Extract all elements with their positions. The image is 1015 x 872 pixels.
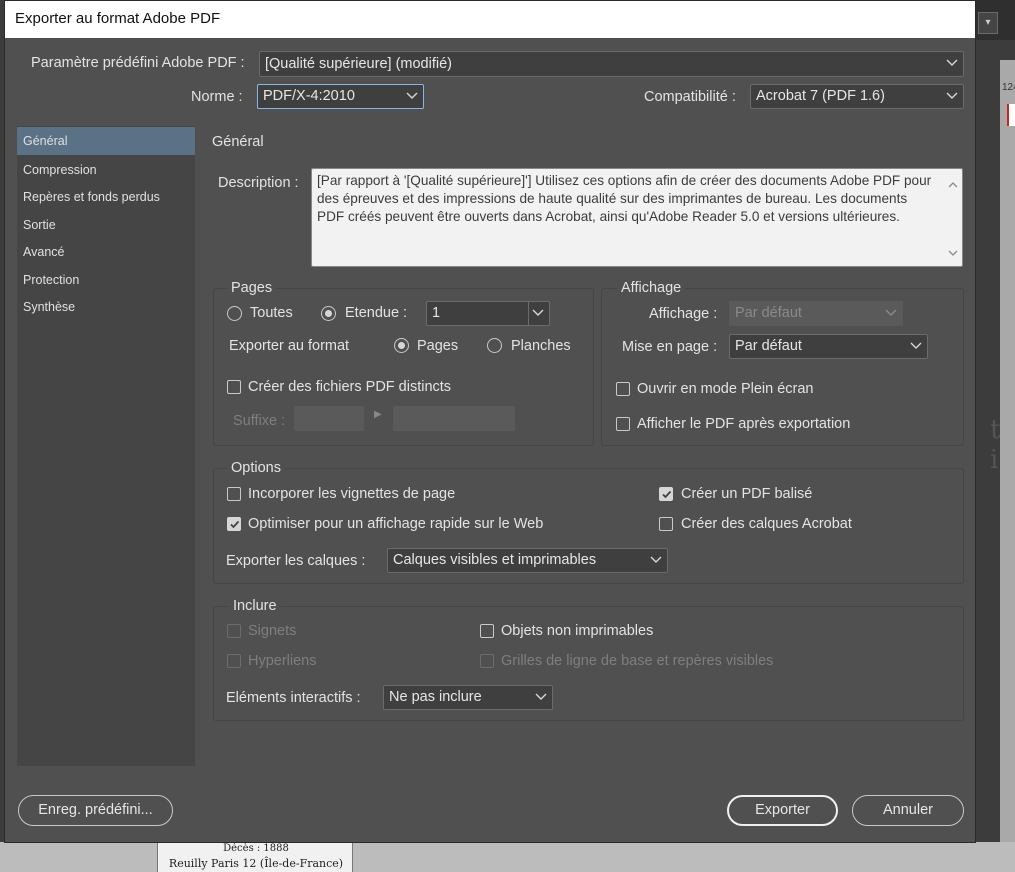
view-panel-title: Affichage xyxy=(617,280,686,296)
preset-value: [Qualité supérieure] (modifié) xyxy=(265,56,452,72)
grids-checkbox[interactable] xyxy=(480,654,494,668)
title-bar: Exporter au format Adobe PDF xyxy=(5,1,975,38)
fullscreen-label: Ouvrir en mode Plein écran xyxy=(637,381,814,397)
scroll-up-icon[interactable] xyxy=(948,175,958,191)
grids-label: Grilles de ligne de base et repères visi… xyxy=(501,653,774,669)
background-ruler-number: 1240 xyxy=(1002,82,1015,93)
description-textarea[interactable]: [Par rapport à '[Qualité supérieure]'] U… xyxy=(311,168,963,267)
sidebar-item-general[interactable]: Général xyxy=(17,127,195,155)
background-caption-line: Décès : 1888 xyxy=(223,843,289,854)
thumbnails-checkbox[interactable] xyxy=(227,487,241,501)
scroll-down-icon[interactable] xyxy=(948,244,958,260)
section-title: Général xyxy=(212,134,264,150)
chevron-down-icon xyxy=(946,52,958,74)
suffix-token-input[interactable] xyxy=(393,406,515,431)
range-value: 1 xyxy=(432,305,441,321)
background-caption-line: Reuilly Paris 12 (Île-de-France) xyxy=(168,857,344,870)
export-button[interactable]: Exporter xyxy=(727,795,838,826)
sidebar-item-advanced[interactable]: Avancé xyxy=(17,238,195,266)
compat-label: Compatibilité : xyxy=(644,89,736,105)
hyperlinks-label: Hyperliens xyxy=(248,653,317,669)
acrobat-layers-checkbox[interactable] xyxy=(659,517,673,531)
pages-radio[interactable] xyxy=(394,338,409,353)
options-panel-title: Options xyxy=(227,460,285,476)
compat-dropdown[interactable]: Acrobat 7 (PDF 1.6) xyxy=(750,84,964,109)
pages-radio-label: Pages xyxy=(417,338,459,354)
export-layers-dropdown[interactable]: Calques visibles et imprimables xyxy=(387,548,668,573)
suffix-label: Suffixe : xyxy=(233,413,286,429)
chevron-down-icon[interactable] xyxy=(532,302,544,324)
category-sidebar: Général Compression Repères et fonds per… xyxy=(17,126,195,766)
sidebar-item-security[interactable]: Protection xyxy=(17,266,195,294)
bookmarks-label: Signets xyxy=(248,623,297,639)
all-pages-label: Toutes xyxy=(250,305,293,321)
bookmarks-checkbox[interactable] xyxy=(227,624,241,638)
hyperlinks-checkbox[interactable] xyxy=(227,654,241,668)
range-input[interactable]: 1 xyxy=(426,301,550,326)
chevron-down-icon xyxy=(535,686,547,708)
spreads-radio[interactable] xyxy=(487,338,502,353)
layout-value: Par défaut xyxy=(735,338,802,354)
chevron-down-icon xyxy=(885,302,897,324)
include-panel-title: Inclure xyxy=(229,598,281,614)
interactive-value: Ne pas inclure xyxy=(389,689,482,705)
tagged-pdf-label: Créer un PDF balisé xyxy=(681,486,813,502)
nonprinting-checkbox[interactable] xyxy=(480,624,494,638)
view-label: Affichage : xyxy=(649,306,718,322)
description-text: [Par rapport à '[Qualité supérieure]'] U… xyxy=(317,173,932,224)
separate-files-checkbox[interactable] xyxy=(227,380,241,394)
export-as-label: Exporter au format xyxy=(229,338,350,354)
export-pdf-dialog: Exporter au format Adobe PDF Paramètre p… xyxy=(4,0,976,843)
thumbnails-label: Incorporer les vignettes de page xyxy=(248,486,456,502)
sidebar-item-summary[interactable]: Synthèse xyxy=(17,293,195,321)
chevron-down-icon xyxy=(910,335,922,357)
chevron-down-icon xyxy=(946,85,958,107)
view-after-label: Afficher le PDF après exportation xyxy=(637,416,851,432)
view-value: Par défaut xyxy=(735,305,802,321)
nonprinting-label: Objets non imprimables xyxy=(501,623,654,639)
suffix-input[interactable] xyxy=(294,406,364,431)
sidebar-item-marks-bleeds[interactable]: Repères et fonds perdus xyxy=(17,183,195,211)
pages-panel-title: Pages xyxy=(227,280,277,296)
export-layers-label: Exporter les calques : xyxy=(226,553,366,569)
interactive-label: Eléments interactifs : xyxy=(226,690,361,706)
separate-files-label: Créer des fichiers PDF distincts xyxy=(248,379,452,395)
interactive-dropdown[interactable]: Ne pas inclure xyxy=(383,685,553,710)
dialog-title: Exporter au format Adobe PDF xyxy=(15,10,221,27)
preset-label: Paramètre prédéfini Adobe PDF : xyxy=(31,55,245,71)
divider xyxy=(528,302,529,325)
range-radio[interactable] xyxy=(321,306,336,321)
background-page-bottom xyxy=(0,842,1015,872)
sidebar-item-output[interactable]: Sortie xyxy=(17,211,195,239)
chevron-down-icon xyxy=(650,549,662,571)
background-dropdown-icon: ▾ xyxy=(978,12,998,34)
spreads-radio-label: Planches xyxy=(511,338,571,354)
background-page-text: t i xyxy=(990,415,1001,475)
export-layers-value: Calques visibles et imprimables xyxy=(393,552,597,568)
view-dropdown[interactable]: Par défaut xyxy=(729,301,903,326)
description-label: Description : xyxy=(218,175,299,191)
range-label: Etendue : xyxy=(345,305,408,321)
tagged-pdf-checkbox[interactable] xyxy=(659,487,673,501)
norme-dropdown[interactable]: PDF/X-4:2010 xyxy=(257,84,424,109)
insert-arrow-icon[interactable]: ▶ xyxy=(374,409,382,420)
cancel-button[interactable]: Annuler xyxy=(852,795,964,826)
layout-dropdown[interactable]: Par défaut xyxy=(729,334,928,359)
fastweb-label: Optimiser pour un affichage rapide sur l… xyxy=(248,516,544,532)
sidebar-item-compression[interactable]: Compression xyxy=(17,156,195,184)
background-caption: Décès : 1888 Reuilly Paris 12 (Île-de-Fr… xyxy=(157,842,353,872)
fullscreen-checkbox[interactable] xyxy=(616,382,630,396)
compat-value: Acrobat 7 (PDF 1.6) xyxy=(756,88,885,104)
norme-label: Norme : xyxy=(191,89,243,105)
all-pages-radio[interactable] xyxy=(227,306,242,321)
save-preset-button[interactable]: Enreg. prédéfini... xyxy=(18,795,173,826)
layout-label: Mise en page : xyxy=(622,339,718,355)
preset-dropdown[interactable]: [Qualité supérieure] (modifié) xyxy=(259,51,964,77)
background-marker xyxy=(1007,104,1015,126)
fastweb-checkbox[interactable] xyxy=(227,517,241,531)
acrobat-layers-label: Créer des calques Acrobat xyxy=(681,516,852,532)
norme-value: PDF/X-4:2010 xyxy=(263,88,355,104)
chevron-down-icon xyxy=(406,85,418,107)
view-after-checkbox[interactable] xyxy=(616,417,630,431)
